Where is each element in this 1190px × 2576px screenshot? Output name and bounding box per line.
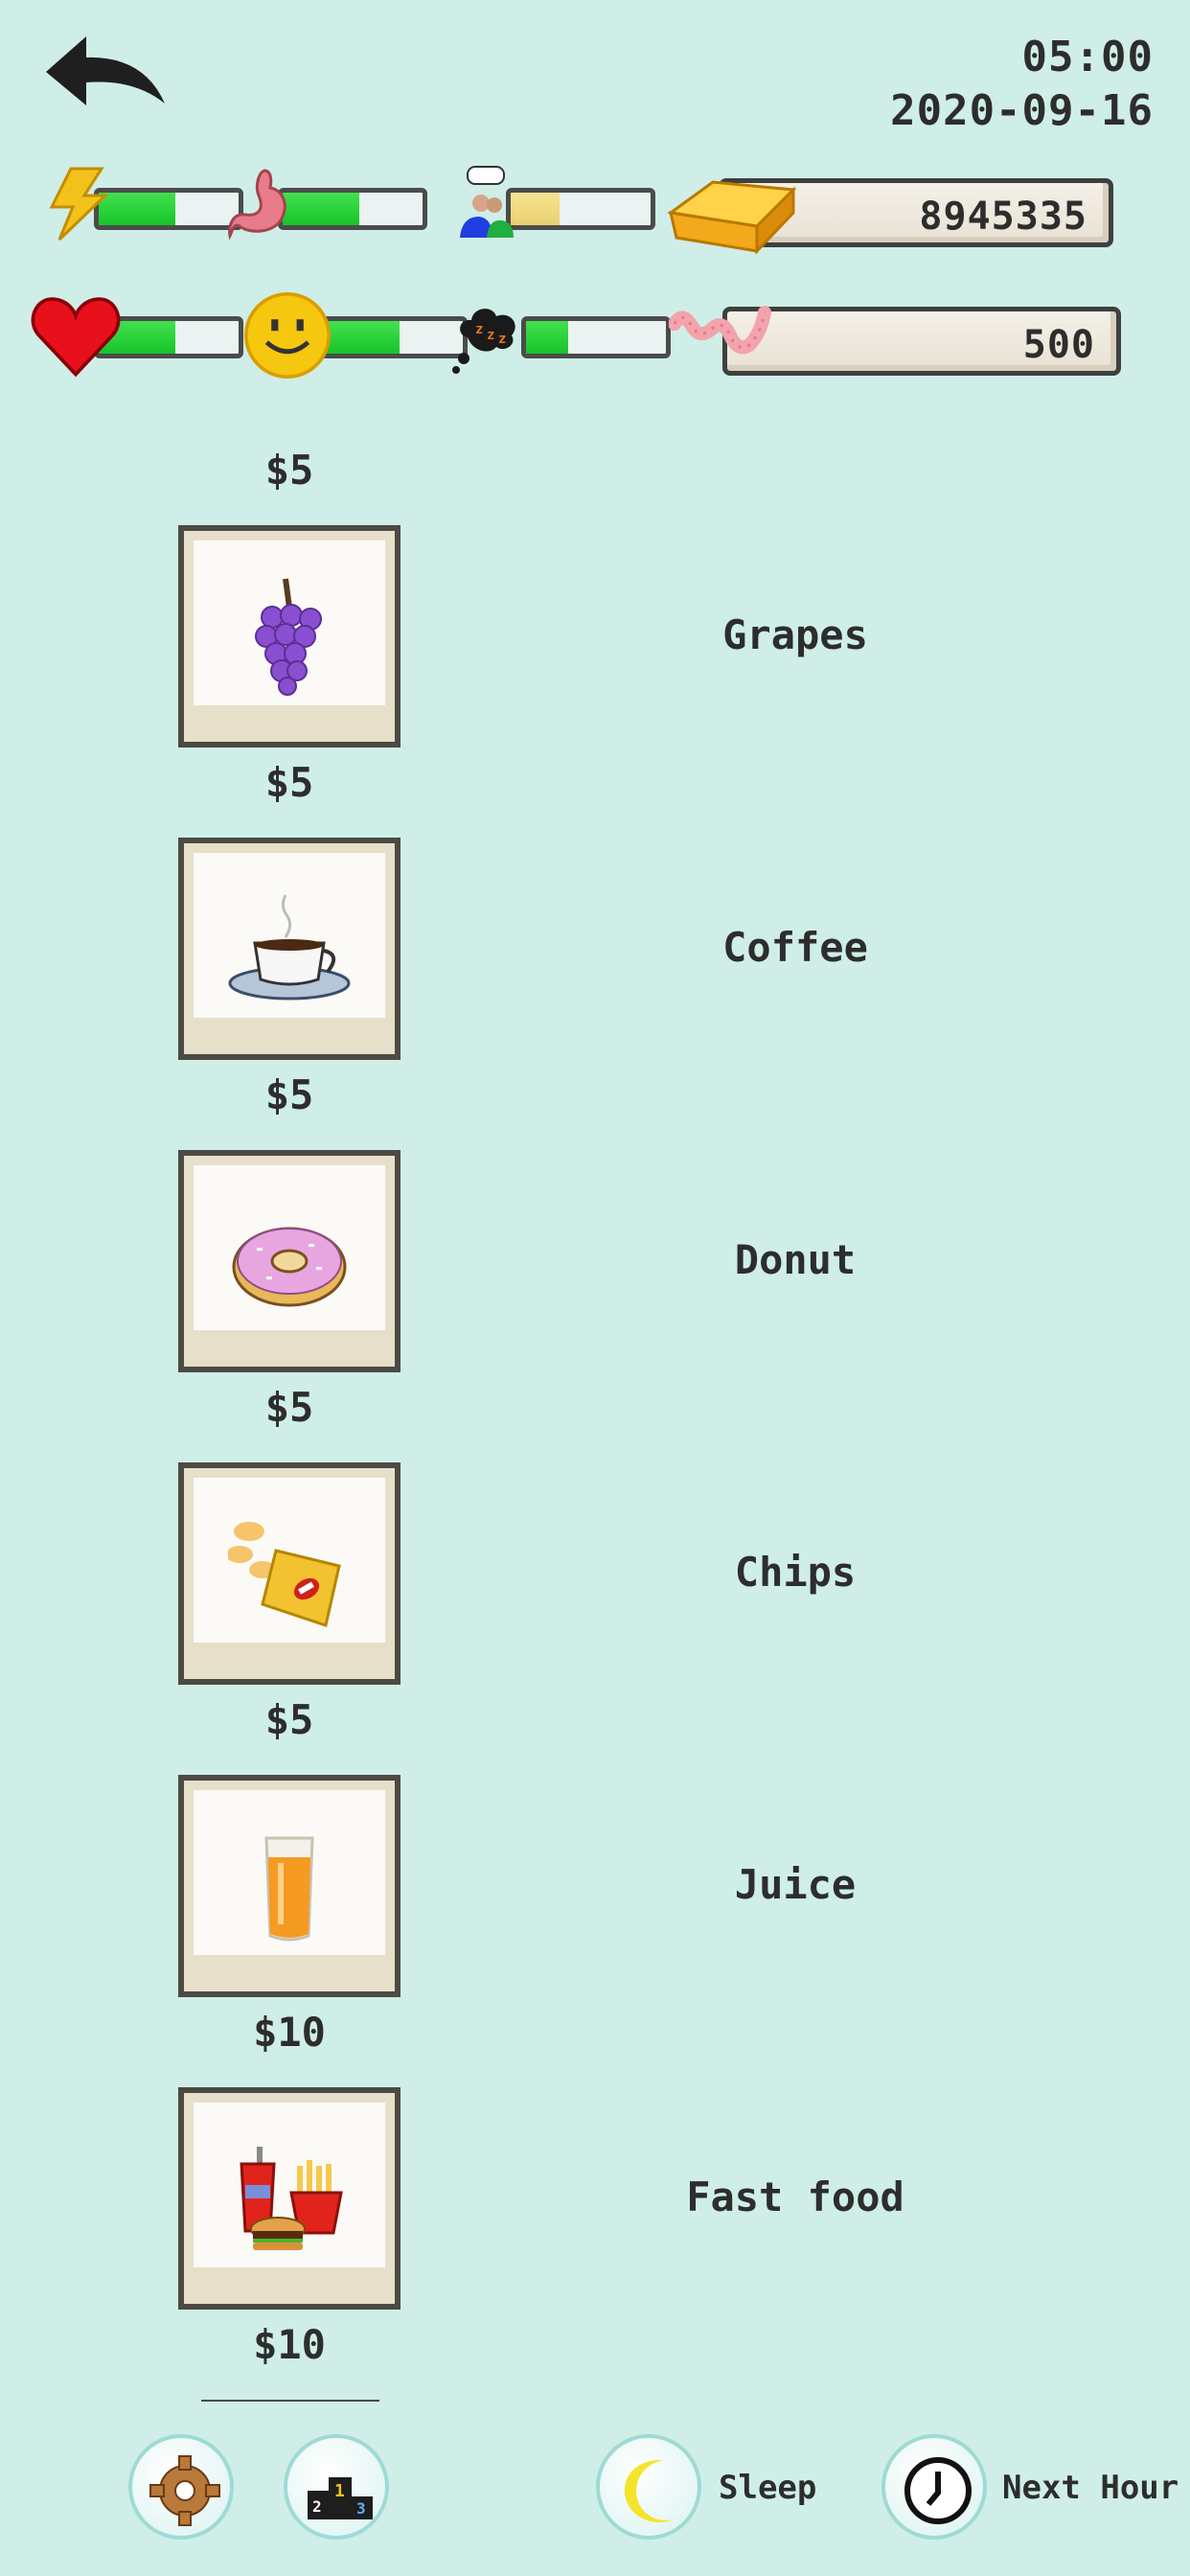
energy-stat	[42, 167, 249, 242]
back-arrow-icon	[46, 36, 165, 105]
item-name-grapes: Grapes	[722, 611, 868, 658]
gold-value: 8945335	[919, 195, 1087, 239]
item-name-juice: Juice	[734, 1861, 857, 1908]
svg-text:2: 2	[312, 2497, 322, 2516]
heart-icon	[31, 297, 121, 378]
svg-text:3: 3	[356, 2499, 366, 2518]
people-talking-icon	[460, 166, 514, 238]
worm-resource: 500	[669, 306, 1127, 378]
svg-text:z: z	[498, 332, 506, 347]
next-hour-label: Next Hour	[1002, 2469, 1179, 2507]
item-card-donut[interactable]	[178, 1150, 400, 1372]
lightning-icon	[49, 167, 109, 242]
donut-icon	[232, 1227, 347, 1307]
clock-date: 2020-09-16	[890, 86, 1154, 135]
sleep-bar	[521, 316, 671, 358]
gear-icon	[149, 2455, 220, 2526]
stomach-icon	[228, 169, 286, 241]
next-hour-button[interactable]	[881, 2434, 987, 2540]
settings-button[interactable]	[128, 2434, 234, 2540]
leaderboard-button[interactable]: 2 1 3	[284, 2434, 389, 2540]
happiness-bar	[318, 316, 468, 358]
item-name-donut: Donut	[734, 1236, 857, 1283]
item-price: $5	[264, 447, 314, 494]
item-name-coffee: Coffee	[722, 924, 868, 971]
social-stat	[454, 166, 661, 238]
coffee-icon	[228, 894, 351, 1000]
item-name-chips: Chips	[734, 1549, 857, 1596]
gold-resource: 8945335	[663, 178, 1121, 255]
smiley-icon	[244, 292, 331, 379]
item-price: $10	[253, 2009, 326, 2056]
clock-time: 05:00	[1021, 33, 1154, 81]
moon-icon	[624, 2459, 674, 2523]
clock-icon	[904, 2457, 972, 2524]
happiness-stat	[241, 292, 468, 379]
item-card-juice[interactable]	[178, 1775, 400, 1997]
worm-icon	[669, 306, 771, 355]
svg-text:z: z	[475, 322, 483, 337]
juice-icon	[264, 1836, 314, 1942]
item-price: $5	[264, 1696, 314, 1743]
sleep-stat: z z z	[450, 307, 671, 374]
worm-value: 500	[1022, 323, 1095, 367]
chips-icon	[228, 1522, 341, 1627]
item-price: $5	[264, 1071, 314, 1118]
item-name-fast-food: Fast food	[686, 2174, 904, 2220]
item-card-grapes[interactable]	[178, 525, 400, 748]
podium-icon: 2 1 3	[308, 2477, 373, 2519]
item-price: $5	[264, 1384, 314, 1431]
sleep-button[interactable]	[596, 2434, 701, 2540]
fast-food-icon	[240, 2147, 343, 2250]
gold-bar-icon	[667, 180, 797, 255]
hunger-stat	[226, 169, 433, 241]
list-divider	[201, 2400, 379, 2402]
sleep-label: Sleep	[719, 2469, 817, 2507]
sleep-cloud-icon: z z z	[452, 309, 515, 374]
back-button[interactable]	[38, 29, 182, 125]
health-stat	[29, 297, 243, 378]
item-card-coffee[interactable]	[178, 838, 400, 1060]
svg-text:z: z	[487, 328, 494, 343]
item-price: $5	[264, 759, 314, 806]
item-price: $10	[253, 2321, 326, 2368]
item-card-chips[interactable]	[178, 1462, 400, 1685]
item-card-fast-food[interactable]	[178, 2087, 400, 2310]
grapes-icon	[255, 578, 322, 696]
svg-text:1: 1	[334, 2481, 345, 2501]
